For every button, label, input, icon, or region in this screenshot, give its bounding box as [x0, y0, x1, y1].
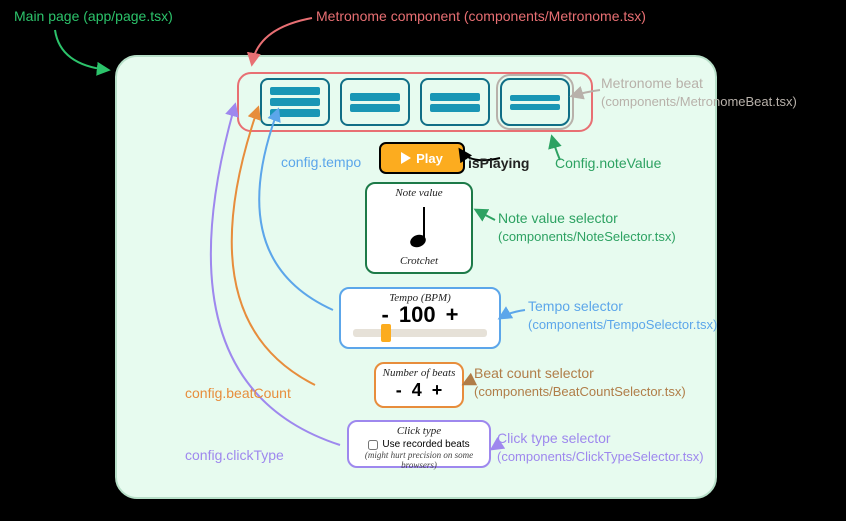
beat-count-value: 4 — [412, 381, 422, 399]
annot-config-beatcount: config.beatCount — [185, 385, 291, 401]
play-button-label: Play — [416, 151, 443, 166]
tempo-slider[interactable] — [353, 329, 487, 337]
note-value-title: Note value — [367, 187, 471, 199]
annot-metronome-component: Metronome component (components/Metronom… — [316, 8, 646, 24]
metronome-beat-2[interactable] — [340, 78, 410, 126]
beat-count-selector: Number of beats - 4 + — [374, 362, 464, 408]
play-button[interactable]: Play — [379, 142, 465, 174]
annot-config-tempo: config.tempo — [281, 154, 361, 170]
click-type-checkbox[interactable] — [368, 440, 378, 450]
metronome-beat-3[interactable] — [420, 78, 490, 126]
annot-beatcount-l1: Beat count selector — [474, 365, 594, 381]
play-icon — [401, 152, 411, 164]
annot-clicktype-l2: (components/ClickTypeSelector.tsx) — [497, 449, 704, 464]
note-value-name: Crotchet — [367, 255, 471, 267]
click-type-hint: (might hurt precision on some browsers) — [349, 450, 489, 470]
tempo-decrement[interactable]: - — [382, 304, 389, 326]
tempo-value: 100 — [399, 304, 436, 326]
note-value-selector[interactable]: Note value Crotchet — [365, 182, 473, 274]
annot-config-notevalue: Config.noteValue — [555, 155, 661, 171]
annot-metronome-beat-l2: (components/MetronomeBeat.tsx) — [601, 94, 797, 109]
main-page-panel: Play Note value Crotchet Tempo (BPM) - 1… — [115, 55, 717, 499]
crotchet-icon — [367, 199, 471, 255]
annot-notevalue-l1: Note value selector — [498, 210, 618, 226]
annot-tempo-l1: Tempo selector — [528, 298, 623, 314]
beat-count-title: Number of beats — [376, 367, 462, 379]
hamburger-icon — [270, 87, 320, 117]
metronome-beat-row — [237, 72, 593, 132]
annot-tempo-l2: (components/TempoSelector.tsx) — [528, 317, 717, 332]
beat-count-decrement[interactable]: - — [396, 381, 402, 399]
click-type-title: Click type — [349, 425, 489, 437]
tempo-increment[interactable]: + — [446, 304, 459, 326]
annot-config-clicktype: config.clickType — [185, 447, 284, 463]
annot-metronome-beat-l1: Metronome beat — [601, 75, 703, 91]
tempo-slider-thumb[interactable] — [381, 324, 391, 342]
annot-isplaying: isPlaying — [468, 155, 529, 171]
click-type-checkbox-label: Use recorded beats — [382, 439, 469, 450]
equals-icon — [510, 87, 560, 117]
annot-clicktype-l1: Click type selector — [497, 430, 611, 446]
metronome-beat-1[interactable] — [260, 78, 330, 126]
metronome-beat-4[interactable] — [500, 78, 570, 126]
annot-main-page: Main page (app/page.tsx) — [14, 8, 173, 24]
tempo-selector: Tempo (BPM) - 100 + — [339, 287, 501, 349]
annot-beatcount-l2: (components/BeatCountSelector.tsx) — [474, 384, 686, 399]
equals-icon — [350, 87, 400, 117]
beat-count-increment[interactable]: + — [432, 381, 443, 399]
annot-notevalue-l2: (components/NoteSelector.tsx) — [498, 229, 676, 244]
equals-icon — [430, 87, 480, 117]
click-type-selector: Click type Use recorded beats (might hur… — [347, 420, 491, 468]
